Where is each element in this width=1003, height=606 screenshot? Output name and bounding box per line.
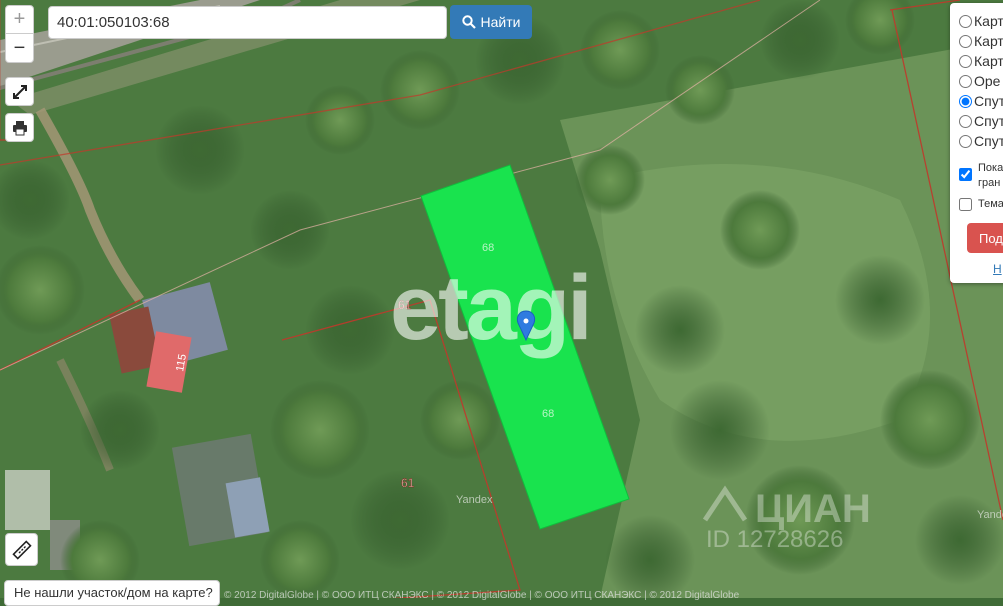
reset-link[interactable]: Н <box>993 262 1002 276</box>
layer-option-1[interactable]: Карт <box>959 13 1003 29</box>
yandex-label-2: Yande <box>977 509 1003 521</box>
expand-icon <box>12 84 27 99</box>
thematic-checkbox[interactable] <box>959 198 972 211</box>
map-copyright: © 2012 DigitalGlobe | © ООО ИТЦ СКАНЭКС … <box>224 590 740 601</box>
show-borders-checkbox[interactable] <box>959 168 972 181</box>
printer-icon <box>12 120 27 135</box>
layer-option-2[interactable]: Карт <box>959 33 1003 49</box>
layer-radio-7[interactable] <box>959 134 972 148</box>
print-button[interactable] <box>5 113 34 142</box>
etagi-watermark: etagi <box>390 257 590 359</box>
satellite-map[interactable]: 68 68 61 61 115 Yandex Yande etagi ЦИАН … <box>0 0 1003 598</box>
layer-option-7[interactable]: Спут <box>959 133 1003 149</box>
yandex-label-1: Yandex <box>456 494 493 506</box>
layer-option-3[interactable]: Карт <box>959 53 1003 69</box>
minus-icon: − <box>13 36 26 59</box>
fullscreen-button[interactable] <box>5 77 34 106</box>
ruler-icon <box>11 539 32 560</box>
layer-radio-1[interactable] <box>959 14 972 28</box>
layer-option-4[interactable]: Оре <box>959 73 1000 89</box>
layer-radio-3[interactable] <box>959 54 972 68</box>
parcel-label-1: 68 <box>482 242 494 254</box>
search-input[interactable] <box>48 6 447 39</box>
not-found-button[interactable]: Не нашли участок/дом на карте? <box>4 580 220 606</box>
layer-radio-4[interactable] <box>959 74 972 88</box>
zoom-in-button[interactable]: + <box>5 5 34 34</box>
search-button[interactable]: Найти <box>450 5 532 39</box>
cian-id-text: ID 12728626 <box>706 526 843 553</box>
parcel-label-4: 61 <box>401 476 415 490</box>
layer-option-5[interactable]: Спут <box>959 93 1003 109</box>
apply-button[interactable]: Поде <box>967 223 1003 253</box>
show-borders-option[interactable]: Пока гран <box>959 161 1003 191</box>
layer-radio-2[interactable] <box>959 34 972 48</box>
parcel-label-2: 68 <box>542 408 554 420</box>
layer-radio-5[interactable] <box>959 94 972 108</box>
zoom-out-button[interactable]: − <box>5 34 34 63</box>
thematic-option[interactable]: Тема <box>959 197 1003 212</box>
layer-radio-6[interactable] <box>959 114 972 128</box>
ruler-button[interactable] <box>5 533 38 566</box>
plus-icon: + <box>13 8 26 30</box>
layer-option-6[interactable]: Спут <box>959 113 1003 129</box>
cian-watermark-text: ЦИАН <box>755 487 871 531</box>
layers-panel: Карт Карт Карт Оре Спут Спут Спут Пока г… <box>950 3 1003 283</box>
search-icon <box>461 15 476 29</box>
search-button-label: Найти <box>480 14 521 30</box>
